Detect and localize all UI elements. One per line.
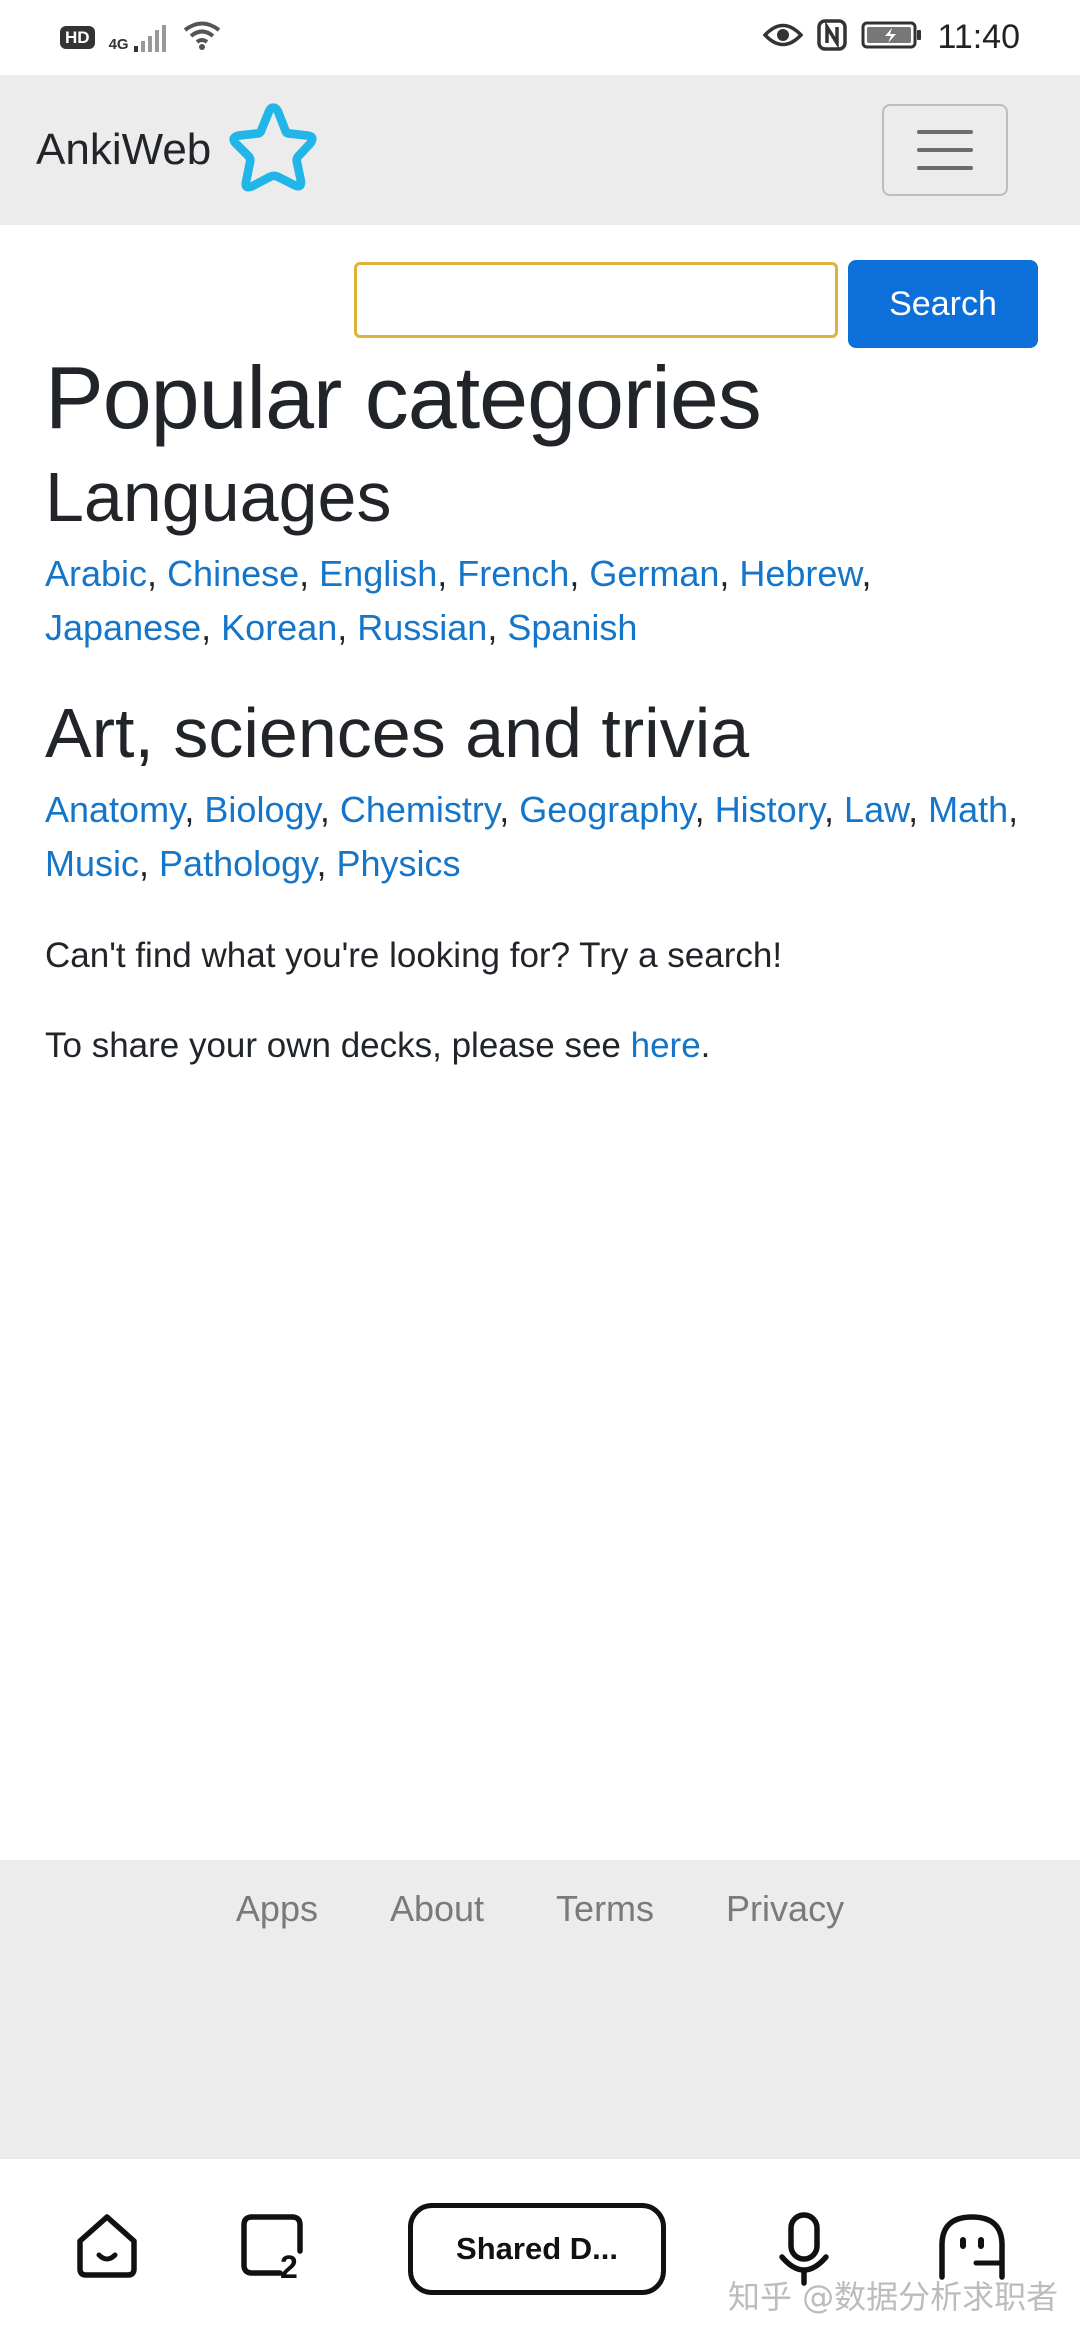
share-prefix: To share your own decks, please see <box>45 1025 631 1065</box>
section-heading-languages: Languages <box>45 457 392 536</box>
category-links-languages: Arabic, Chinese, English, French, German… <box>45 552 872 648</box>
home-icon[interactable] <box>72 2211 142 2286</box>
network-label: 4G <box>108 35 129 53</box>
category-link-hebrew[interactable]: Hebrew <box>739 553 861 594</box>
category-link-korean[interactable]: Korean <box>221 607 337 648</box>
menu-bar <box>917 130 973 134</box>
category-link-biology[interactable]: Biology <box>204 789 319 830</box>
top-navbar: AnkiWeb <box>0 75 1080 225</box>
cell-signal-icon: 4G <box>109 24 168 52</box>
category-link-math[interactable]: Math <box>928 789 1008 830</box>
category-links-art-sciences: Anatomy, Biology, Chemistry, Geography, … <box>45 788 1019 884</box>
watermark-text: 知乎 @数据分析求职者 <box>728 2278 1059 2316</box>
hamburger-menu-button[interactable] <box>882 104 1008 196</box>
share-suffix: . <box>700 1025 711 1065</box>
category-link-geography[interactable]: Geography <box>519 789 694 830</box>
category-link-law[interactable]: Law <box>844 789 908 830</box>
anki-star-logo-icon <box>225 100 321 201</box>
category-link-physics[interactable]: Physics <box>337 843 461 884</box>
brand-name: AnkiWeb <box>36 125 212 174</box>
battery-charging-icon <box>861 20 923 55</box>
category-link-english[interactable]: English <box>319 553 437 594</box>
menu-bar <box>917 148 973 152</box>
category-link-chinese[interactable]: Chinese <box>167 553 299 594</box>
status-right: 11:40 <box>763 18 1020 57</box>
share-decks-text: To share your own decks, please see here… <box>45 1021 1045 1071</box>
search-hint-text: Can't find what you're looking for? Try … <box>45 935 783 975</box>
main-content: Popular categories Languages Arabic, Chi… <box>45 348 1045 1071</box>
status-left: HD 4G <box>60 19 222 56</box>
category-link-arabic[interactable]: Arabic <box>45 553 147 594</box>
category-link-russian[interactable]: Russian <box>357 607 487 648</box>
tabs-icon[interactable]: 2 <box>238 2211 310 2288</box>
category-link-japanese[interactable]: Japanese <box>45 607 201 648</box>
category-link-history[interactable]: History <box>715 789 824 830</box>
status-time: 11:40 <box>937 18 1020 56</box>
category-link-pathology[interactable]: Pathology <box>159 843 316 884</box>
footer-link-privacy[interactable]: Privacy <box>726 1888 844 1930</box>
footer-link-apps[interactable]: Apps <box>236 1888 318 1930</box>
page-title: Popular categories <box>45 348 762 447</box>
category-link-german[interactable]: German <box>589 553 719 594</box>
footer-links: Apps About Terms Privacy <box>0 1888 1080 1930</box>
search-input[interactable] <box>354 262 838 338</box>
category-link-french[interactable]: French <box>457 553 569 594</box>
footer-link-about[interactable]: About <box>390 1888 484 1930</box>
hd-badge: HD <box>60 26 95 49</box>
category-link-chemistry[interactable]: Chemistry <box>340 789 499 830</box>
current-tab-title-button[interactable]: Shared D... <box>408 2203 666 2295</box>
eye-icon <box>763 22 804 53</box>
footer: Apps About Terms Privacy <box>0 1860 1080 2158</box>
share-decks-link[interactable]: here <box>631 1026 701 1065</box>
status-bar: HD 4G 11:40 <box>0 0 1080 75</box>
nfc-icon <box>817 19 848 56</box>
menu-bar <box>917 166 973 170</box>
tab-count-badge: 2 <box>280 2249 298 2285</box>
section-art-sciences: Art, sciences and trivia Anatomy, Biolog… <box>45 691 1045 891</box>
search-button[interactable]: Search <box>848 260 1038 348</box>
category-link-spanish[interactable]: Spanish <box>507 607 637 648</box>
category-link-music[interactable]: Music <box>45 843 139 884</box>
search-form: Search <box>354 260 1038 348</box>
section-heading-art-sciences: Art, sciences and trivia <box>45 693 750 772</box>
category-link-anatomy[interactable]: Anatomy <box>45 789 184 830</box>
wifi-icon <box>182 19 222 56</box>
footer-link-terms[interactable]: Terms <box>556 1888 654 1930</box>
brand-link[interactable]: AnkiWeb <box>36 100 321 201</box>
